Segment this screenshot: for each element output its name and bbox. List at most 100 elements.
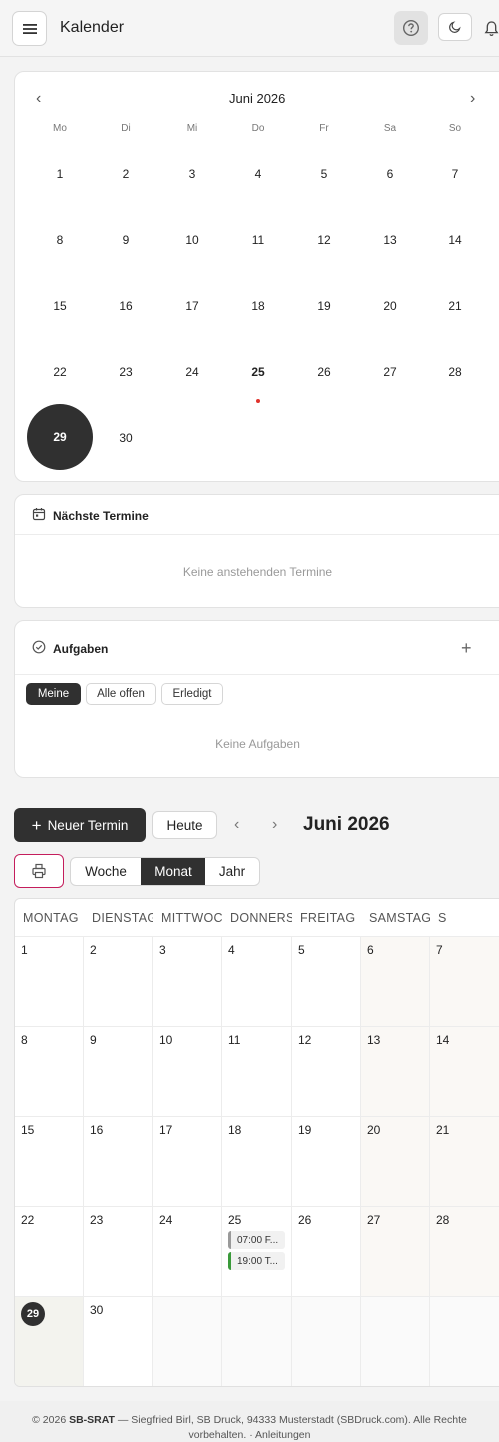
day-cell[interactable]: 26 [292, 1206, 361, 1296]
tasks-tab-done[interactable]: Erledigt [161, 683, 223, 705]
menu-button[interactable] [12, 11, 47, 46]
day-cell[interactable]: 14 [430, 1026, 499, 1116]
day-cell[interactable]: 15 [15, 1116, 84, 1206]
month-title: Juni 2026 [303, 814, 390, 835]
mini-day[interactable]: 3 [172, 167, 212, 181]
mini-day[interactable]: 14 [435, 233, 475, 247]
mini-day[interactable]: 5 [304, 167, 344, 181]
check-circle-icon [32, 640, 46, 654]
mini-day-today[interactable]: 29 [27, 404, 93, 470]
calendar-icon [32, 508, 46, 521]
day-cell[interactable]: 1 [15, 936, 84, 1026]
new-event-button[interactable]: + Neuer Termin [14, 808, 146, 842]
mini-weekday-label: So [448, 123, 462, 134]
mini-day[interactable]: 2 [106, 167, 146, 181]
next-events-title: Nächste Termine [53, 509, 149, 523]
event-chip[interactable]: 19:00 T... [228, 1252, 285, 1270]
day-number: 13 [367, 1033, 381, 1047]
mini-prev-month-button[interactable]: ‹ [36, 90, 41, 108]
print-button[interactable] [14, 854, 64, 888]
mini-day[interactable]: 11 [238, 233, 278, 247]
footer-copyright: © 2026 [32, 1414, 67, 1426]
mini-day[interactable]: 19 [304, 299, 344, 313]
day-cell[interactable]: 19 [292, 1116, 361, 1206]
day-cell[interactable]: 27 [361, 1206, 430, 1296]
day-cell[interactable]: 10 [153, 1026, 222, 1116]
day-cell[interactable]: 24 [153, 1206, 222, 1296]
day-cell[interactable]: 7 [430, 936, 499, 1026]
event-chip[interactable]: 07:00 F... [228, 1231, 285, 1249]
footer-text[interactable]: — Siegfried Birl, SB Druck, 94333 Muster… [118, 1414, 467, 1441]
day-cell[interactable]: 21 [430, 1116, 499, 1206]
view-month-button[interactable]: Monat [141, 858, 205, 885]
view-week-button[interactable]: Woche [71, 858, 141, 885]
mini-day[interactable]: 25 [238, 365, 278, 379]
day-cell[interactable]: 3 [153, 936, 222, 1026]
day-cell[interactable]: 16 [84, 1116, 153, 1206]
day-cell[interactable]: 5 [292, 936, 361, 1026]
mini-day[interactable]: 30 [106, 431, 146, 445]
empty-day-cell [292, 1296, 361, 1386]
mini-day[interactable]: 15 [40, 299, 80, 313]
day-cell[interactable]: 11 [222, 1026, 292, 1116]
day-number: 27 [367, 1213, 381, 1227]
mini-day[interactable]: 13 [370, 233, 410, 247]
day-cell[interactable]: 4 [222, 936, 292, 1026]
day-cell[interactable]: 2 [84, 936, 153, 1026]
mini-day[interactable]: 27 [370, 365, 410, 379]
mini-day[interactable]: 21 [435, 299, 475, 313]
mini-day[interactable]: 7 [435, 167, 475, 181]
day-cell[interactable]: 6 [361, 936, 430, 1026]
mini-day[interactable]: 24 [172, 365, 212, 379]
day-cell[interactable]: 30 [84, 1296, 153, 1386]
day-number: 8 [21, 1033, 28, 1047]
day-number: 19 [298, 1123, 312, 1137]
day-cell[interactable]: 25 07:00 F... 19:00 T... [222, 1206, 292, 1296]
day-cell[interactable]: 12 [292, 1026, 361, 1116]
mini-day[interactable]: 20 [370, 299, 410, 313]
day-cell[interactable]: 9 [84, 1026, 153, 1116]
day-cell[interactable]: 13 [361, 1026, 430, 1116]
today-button[interactable]: Heute [152, 811, 217, 839]
mini-day[interactable]: 26 [304, 365, 344, 379]
day-cell[interactable]: 28 [430, 1206, 499, 1296]
footer-brand: SB-SRAT [69, 1414, 115, 1426]
notification-button[interactable] [484, 20, 499, 38]
mini-day[interactable]: 23 [106, 365, 146, 379]
mini-day[interactable]: 6 [370, 167, 410, 181]
help-button[interactable] [394, 11, 428, 45]
mini-day[interactable]: 8 [40, 233, 80, 247]
view-year-button[interactable]: Jahr [205, 858, 259, 885]
mini-day[interactable]: 28 [435, 365, 475, 379]
day-cell[interactable]: 18 [222, 1116, 292, 1206]
mini-day[interactable]: 17 [172, 299, 212, 313]
mini-day[interactable]: 4 [238, 167, 278, 181]
add-task-button[interactable]: + [461, 638, 472, 659]
mini-day[interactable]: 22 [40, 365, 80, 379]
theme-toggle-button[interactable] [438, 13, 472, 41]
mini-day[interactable]: 9 [106, 233, 146, 247]
empty-day-cell [430, 1296, 499, 1386]
mini-day[interactable]: 10 [172, 233, 212, 247]
mini-day[interactable]: 18 [238, 299, 278, 313]
day-cell[interactable]: 22 [15, 1206, 84, 1296]
day-cell[interactable]: 20 [361, 1116, 430, 1206]
weekday-header: MITTWOCH [161, 910, 222, 925]
footer: © 2026 SB-SRAT — Siegfried Birl, SB Druc… [0, 1401, 499, 1442]
mini-next-month-button[interactable]: › [470, 90, 475, 108]
weekday-header: S [438, 910, 447, 925]
tasks-tab-mine[interactable]: Meine [26, 683, 81, 705]
mini-day[interactable]: 12 [304, 233, 344, 247]
tasks-tab-all-open[interactable]: Alle offen [86, 683, 156, 705]
day-cell[interactable]: 17 [153, 1116, 222, 1206]
day-number: 6 [367, 943, 374, 957]
day-cell[interactable]: 23 [84, 1206, 153, 1296]
next-month-button[interactable]: › [272, 816, 277, 834]
mini-day[interactable]: 16 [106, 299, 146, 313]
prev-month-button[interactable]: ‹ [234, 816, 239, 834]
day-cell[interactable]: 29 [15, 1296, 84, 1386]
mini-day[interactable]: 1 [40, 167, 80, 181]
weekday-header: SAMSTAG [369, 910, 430, 925]
day-cell[interactable]: 8 [15, 1026, 84, 1116]
next-events-header: Nächste Termine [15, 495, 499, 535]
